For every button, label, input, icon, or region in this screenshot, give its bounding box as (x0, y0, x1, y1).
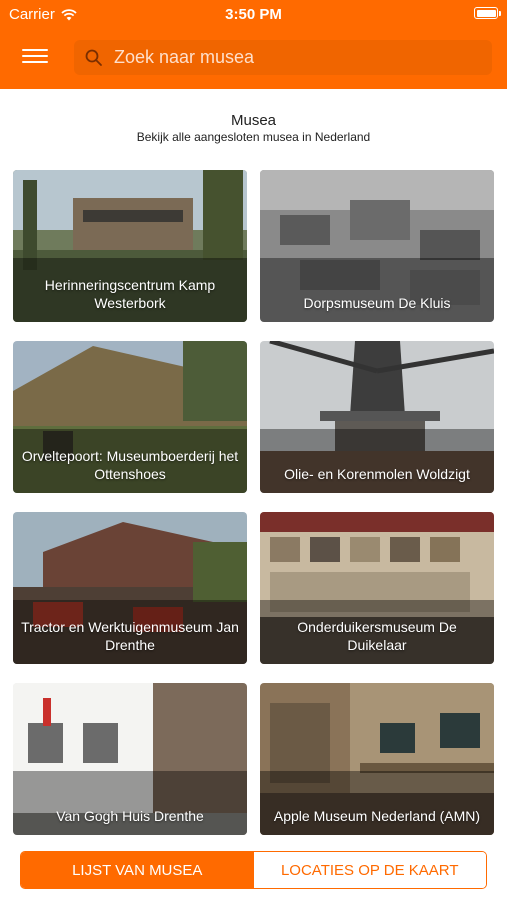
tab-locations-on-map[interactable]: LOCATIES OP DE KAART (253, 852, 486, 888)
view-switcher: LIJST VAN MUSEA LOCATIES OP DE KAART (20, 851, 487, 889)
museum-card[interactable]: Olie- en Korenmolen Woldzigt (260, 341, 494, 493)
page-title: Musea (230, 112, 277, 129)
museum-name: Tractor en Werktuigenmuseum Jan Drenthe (21, 619, 239, 653)
museum-card[interactable]: Onderduikersmuseum De Duikelaar (260, 512, 494, 664)
search-bar[interactable] (74, 40, 492, 75)
clock: 3:50 PM (225, 6, 282, 23)
battery-icon (474, 7, 501, 19)
museum-card[interactable]: Van Gogh Huis Drenthe (13, 683, 247, 835)
tab-list-of-museums[interactable]: LIJST VAN MUSEA (21, 852, 254, 888)
museum-card[interactable]: Herinneringscentrum Kamp Westerbork (13, 170, 247, 322)
page-subtitle: Bekijk alle aangesloten musea in Nederla… (136, 130, 371, 144)
search-icon (85, 49, 102, 66)
museum-card[interactable]: Orveltepoort: Museumboerderij het Ottens… (13, 341, 247, 493)
museum-name: Van Gogh Huis Drenthe (56, 808, 204, 824)
search-input[interactable] (112, 46, 476, 69)
museum-name: Dorpsmuseum De Kluis (303, 295, 451, 311)
museum-name: Orveltepoort: Museumboerderij het Ottens… (21, 448, 239, 482)
museum-name: Apple Museum Nederland (AMN) (273, 808, 481, 824)
status-bar: Carrier 3:50 PM (0, 0, 507, 28)
museum-card[interactable]: Tractor en Werktuigenmuseum Jan Drenthe (13, 512, 247, 664)
hamburger-menu-icon[interactable] (20, 45, 50, 69)
museum-card[interactable]: Dorpsmuseum De Kluis (260, 170, 494, 322)
app-header: Carrier 3:50 PM (0, 0, 507, 89)
museum-card[interactable]: Apple Museum Nederland (AMN) (260, 683, 494, 835)
museum-name: Onderduikersmuseum De Duikelaar (297, 619, 457, 653)
museum-name: Olie- en Korenmolen Woldzigt (284, 466, 470, 482)
museum-name: Herinneringscentrum Kamp Westerbork (44, 277, 216, 311)
